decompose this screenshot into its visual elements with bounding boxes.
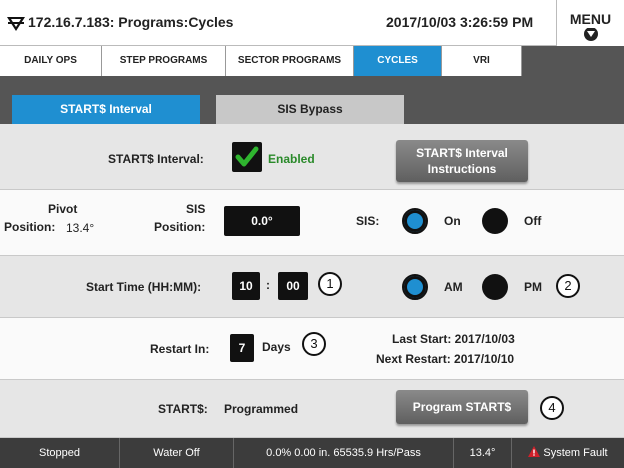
sis-off-radio[interactable] bbox=[482, 208, 508, 234]
sub-tab-strip: START$ Interval SIS Bypass bbox=[0, 76, 624, 124]
chevron-down-icon bbox=[584, 28, 598, 41]
restart-unit: Days bbox=[262, 340, 291, 354]
status-angle: 13.4° bbox=[454, 438, 512, 468]
am-radio[interactable] bbox=[402, 274, 428, 300]
interval-row: START$ Interval: Enabled START$ Interval… bbox=[0, 124, 624, 190]
pm-radio[interactable] bbox=[482, 274, 508, 300]
next-restart: Next Restart: 2017/10/10 bbox=[376, 352, 515, 366]
pivot-position-value: 13.4° bbox=[66, 221, 95, 235]
sis-on-radio[interactable] bbox=[402, 208, 428, 234]
status-state: Stopped bbox=[0, 438, 120, 468]
am-label: AM bbox=[444, 280, 463, 294]
sis-position-field[interactable]: 0.0° bbox=[224, 206, 300, 236]
menu-label: MENU bbox=[569, 11, 612, 27]
title-bar: 172.16.7.183: Programs:Cycles 2017/10/03… bbox=[0, 0, 624, 46]
program-starts-button[interactable]: Program START$ bbox=[396, 390, 528, 424]
tab-step-programs[interactable]: STEP PROGRAMS bbox=[102, 46, 226, 76]
datetime: 2017/10/03 3:26:59 PM bbox=[386, 14, 534, 30]
starts-label: START$: bbox=[158, 402, 208, 416]
tab-sector-programs[interactable]: SECTOR PROGRAMS bbox=[226, 46, 354, 76]
status-readout: 0.0% 0.00 in. 65535.9 Hrs/Pass bbox=[234, 438, 454, 468]
starts-row: START$: Programmed Program START$ 4 bbox=[0, 380, 624, 438]
start-minute-field[interactable]: 00 bbox=[278, 272, 308, 300]
callout-1: 1 bbox=[318, 272, 342, 296]
enabled-checkbox[interactable] bbox=[232, 142, 262, 172]
menu-button[interactable]: MENU bbox=[556, 0, 624, 46]
last-start: Last Start: 2017/10/03 bbox=[392, 332, 515, 346]
start-hour-field[interactable]: 10 bbox=[232, 272, 260, 300]
page-title: 172.16.7.183: Programs:Cycles bbox=[28, 14, 234, 30]
sis-label: SIS: bbox=[356, 214, 380, 228]
status-fault[interactable]: System Fault bbox=[512, 438, 624, 468]
position-row: Pivot Position: 13.4° SIS Position: 0.0°… bbox=[0, 190, 624, 256]
enabled-status: Enabled bbox=[268, 152, 315, 166]
tab-sis-bypass[interactable]: SIS Bypass bbox=[216, 95, 404, 124]
callout-2: 2 bbox=[556, 274, 580, 298]
valley-logo-icon bbox=[7, 17, 25, 31]
checkmark-icon bbox=[235, 146, 259, 167]
tab-daily-ops[interactable]: DAILY OPS bbox=[0, 46, 102, 76]
warning-icon bbox=[528, 446, 541, 457]
status-bar: Stopped Water Off 0.0% 0.00 in. 65535.9 … bbox=[0, 438, 624, 468]
status-water: Water Off bbox=[120, 438, 234, 468]
start-time-label: Start Time (HH:MM): bbox=[86, 280, 202, 294]
restart-label: Restart In: bbox=[150, 342, 210, 356]
time-separator: : bbox=[266, 278, 270, 292]
restart-row: Restart In: 7 Days 3 Last Start: 2017/10… bbox=[0, 318, 624, 380]
starts-value: Programmed bbox=[224, 402, 299, 416]
tab-vri[interactable]: VRI bbox=[442, 46, 522, 76]
pivot-label-line2: Position: bbox=[4, 220, 56, 234]
pivot-label-line1: Pivot bbox=[48, 202, 78, 216]
callout-4: 4 bbox=[540, 396, 564, 420]
interval-label: START$ Interval: bbox=[108, 152, 204, 166]
fault-label: System Fault bbox=[543, 447, 608, 459]
sis-off-label: Off bbox=[524, 214, 542, 228]
tab-cycles[interactable]: CYCLES bbox=[354, 46, 442, 76]
nav-tabs: DAILY OPS STEP PROGRAMS SECTOR PROGRAMS … bbox=[0, 46, 624, 76]
restart-days-field[interactable]: 7 bbox=[230, 334, 254, 362]
callout-3: 3 bbox=[302, 332, 326, 356]
interval-instructions-button[interactable]: START$ Interval Instructions bbox=[396, 140, 528, 182]
sis-on-label: On bbox=[444, 214, 461, 228]
pm-label: PM bbox=[524, 280, 542, 294]
sis-position-label-line1: SIS bbox=[186, 202, 206, 216]
sis-position-label-line2: Position: bbox=[154, 220, 206, 234]
tab-starts-interval[interactable]: START$ Interval bbox=[12, 95, 200, 124]
start-time-row: Start Time (HH:MM): 10 : 00 1 AM PM 2 bbox=[0, 256, 624, 318]
